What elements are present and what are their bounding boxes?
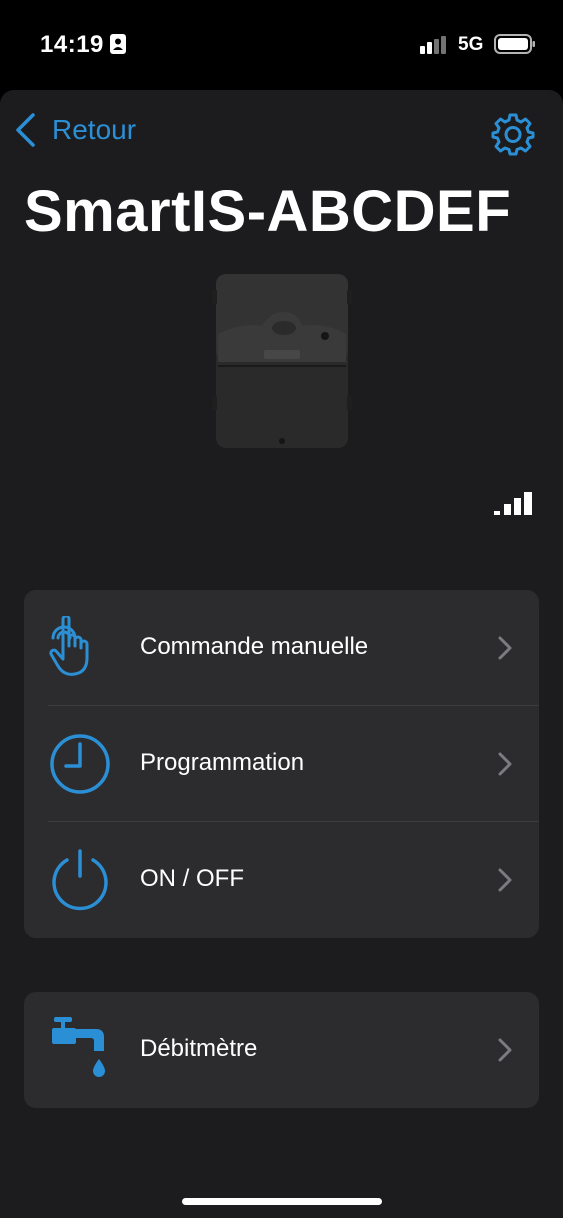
hand-tap-icon (49, 616, 89, 676)
status-bar: 14:19 5G (0, 0, 563, 90)
flow-menu: Débitmètre (24, 992, 539, 1108)
menu-item-flow-meter[interactable]: Débitmètre (24, 992, 539, 1108)
menu-item-label: Commande manuelle (140, 633, 369, 660)
status-time: 14:19 (40, 31, 104, 58)
cellular-signal-icon (420, 36, 446, 54)
chevron-right-icon (498, 868, 512, 892)
gear-icon[interactable] (491, 112, 535, 156)
chevron-right-icon (498, 1038, 512, 1062)
home-indicator[interactable] (182, 1198, 382, 1205)
chevron-left-icon (16, 113, 35, 147)
menu-item-on-off[interactable]: ON / OFF (24, 822, 539, 938)
control-menu: Commande manuelle Programmation ON / OFF (24, 590, 539, 938)
signal-strength-icon (494, 492, 532, 515)
back-button[interactable]: Retour (14, 110, 136, 150)
chevron-right-icon (498, 752, 512, 776)
device-sheet: Retour SmartIS-ABCDEF Commande manuelle … (0, 90, 563, 1218)
power-icon (52, 849, 108, 911)
menu-item-manual-control[interactable]: Commande manuelle (24, 590, 539, 706)
back-label: Retour (52, 114, 137, 145)
controller-device-image (212, 274, 352, 448)
clock-icon (50, 734, 110, 794)
faucet-icon (52, 1017, 105, 1077)
battery-icon (494, 34, 535, 54)
network-type: 5G (458, 34, 484, 55)
menu-item-label: Programmation (140, 749, 305, 776)
device-title: SmartIS-ABCDEF (24, 179, 512, 244)
chevron-right-icon (498, 636, 512, 660)
menu-item-programming[interactable]: Programmation (24, 706, 539, 822)
id-card-icon (110, 34, 126, 54)
menu-item-label: Débitmètre (140, 1035, 258, 1062)
menu-item-label: ON / OFF (140, 865, 244, 892)
